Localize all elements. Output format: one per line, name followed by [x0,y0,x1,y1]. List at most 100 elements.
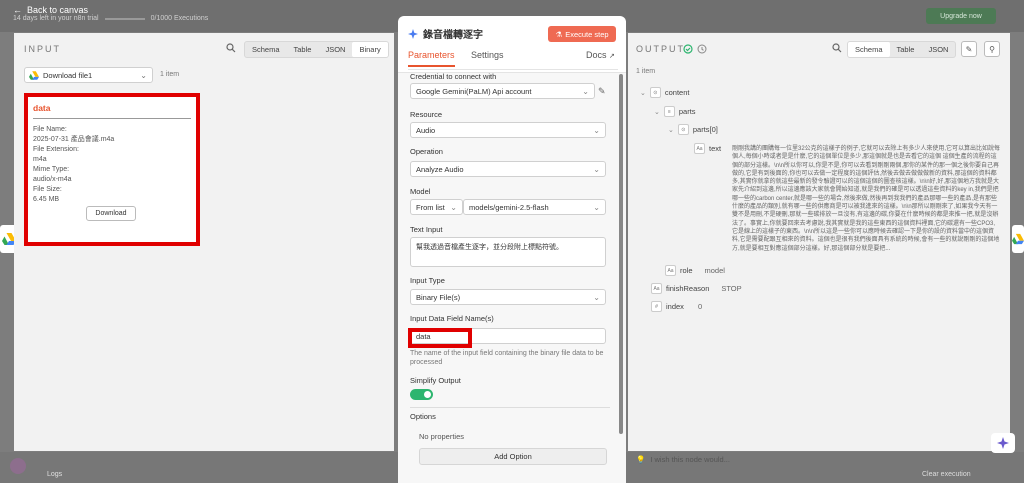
credential-label: Credential to connect with [410,72,497,81]
tree-row-finish-reason[interactable]: Aa finishReason STOP [651,283,742,294]
chevron-down-icon: ⌄ [582,86,589,96]
text-value: 剛剛我講的團購每一位里32公克的這樣子的例子,它就可以去除上有多少人來使用,它可… [732,146,1001,252]
input-item-count: 1 item [160,71,180,78]
file-extension-value: m4a [33,156,47,163]
node-tabs: Parameters Settings Docs ↗ [408,50,618,70]
gemini-icon [408,28,418,39]
arrow-left-icon: ← [13,5,22,15]
flask-icon: ⚗ [555,29,563,39]
tab-schema[interactable]: Schema [848,42,890,57]
chevron-down-icon: ⌄ [640,89,646,97]
chevron-down-icon: ⌄ [593,125,600,135]
input-type-label: Input Type [410,276,445,285]
tab-binary[interactable]: Binary [352,42,388,57]
simplify-toggle[interactable] [410,389,433,400]
string-icon: Aa [665,265,676,276]
role-value: model [704,266,725,275]
resource-select[interactable]: Audio ⌄ [410,122,606,138]
model-select[interactable]: models/gemini-2.5-flash ⌄ [463,199,606,215]
tree-row-role[interactable]: Aa role model [665,265,725,276]
clear-execution-button[interactable]: Clear execution [922,471,971,478]
chevron-down-icon: ⌄ [593,164,600,174]
search-icon[interactable] [832,43,842,53]
upgrade-button[interactable]: Upgrade now [926,8,996,24]
file-size-value: 6.45 MB [33,196,60,203]
download-button[interactable]: Download [86,206,136,221]
resource-label: Resource [410,110,443,119]
tree-row-index[interactable]: # index 0 [651,301,702,312]
tab-schema[interactable]: Schema [245,42,287,57]
file-name-label: File Name: [33,126,67,133]
chevron-down-icon: ⌄ [140,70,147,80]
chevron-down-icon: ⌄ [668,126,674,134]
finish-reason-value: STOP [721,284,742,293]
mime-type-label: Mime Type: [33,166,70,173]
tab-table[interactable]: Table [287,42,319,57]
pencil-icon[interactable]: ✎ [598,86,606,97]
input-node-select[interactable]: Download file1 ⌄ [24,67,153,83]
external-link-icon: ↗ [609,53,615,60]
index-value: 0 [697,302,703,311]
tab-table[interactable]: Table [890,42,922,57]
tree-row-parts[interactable]: ⌄ ≡ parts [654,106,696,117]
lightbulb-icon: 💡 [636,455,646,464]
tab-settings[interactable]: Settings [471,50,504,60]
logs-label[interactable]: Logs [47,471,62,478]
array-icon: ≡ [663,106,675,117]
operation-label: Operation [410,147,443,156]
scrollbar[interactable] [619,74,623,434]
text-input-field[interactable]: 幫我透過音檔產生逐字，並分段附上標點符號。 [410,237,606,267]
input-view-tabs: Schema Table JSON Binary [244,41,389,58]
binary-field-label: Input Data Field Name(s) [410,314,494,323]
credential-select[interactable]: Google Gemini(PaLM) Api account ⌄ [410,83,595,99]
operation-select[interactable]: Analyze Audio ⌄ [410,161,606,177]
tab-docs[interactable]: Docs ↗ [586,50,615,60]
binary-data-card: data File Name: 2025-07-31 產品會議.m4a File… [24,93,200,246]
string-icon: Aa [694,143,705,154]
input-panel: INPUT Schema Table JSON Binary Download … [14,33,394,451]
binary-field-name: data [33,103,51,113]
google-drive-icon[interactable] [1012,225,1024,253]
number-icon: # [651,301,662,312]
tab-json[interactable]: JSON [921,42,955,57]
file-extension-label: File Extension: [33,146,79,153]
tree-row-parts-0[interactable]: ⌄ ⊙ parts[0] [668,124,718,135]
avatar[interactable] [10,458,26,474]
ai-assistant-button[interactable] [991,433,1015,453]
google-drive-icon [29,70,39,80]
object-icon: ⊙ [649,87,661,98]
model-mode-select[interactable]: From list ⌄ [410,199,463,215]
chevron-down-icon: ⌄ [450,202,457,212]
string-icon: Aa [651,283,662,294]
trial-info: 14 days left in your n8n trial 0/1000 Ex… [13,15,209,22]
input-type-select[interactable]: Binary File(s) ⌄ [410,289,606,305]
simplify-label: Simplify Output [410,376,461,385]
divider [410,407,610,408]
chevron-down-icon: ⌄ [593,202,600,212]
clock-icon [697,44,707,54]
tree-row-content[interactable]: ⌄ ⊙ content [640,87,689,98]
add-option-button[interactable]: Add Option [419,448,607,465]
executions-progress-bar [104,17,145,20]
search-icon[interactable] [226,43,236,53]
execute-step-button[interactable]: ⚗ Execute step [548,26,616,42]
file-name-value: 2025-07-31 產品會議.m4a [33,136,115,143]
tree-row-text[interactable]: Aa text [694,143,721,154]
back-to-canvas-link[interactable]: ← Back to canvas [13,5,88,15]
node-title[interactable]: 錄音檔轉逐字 [408,26,483,41]
feedback-prompt[interactable]: 💡 I wish this node would... [636,455,730,464]
output-title: OUTPUT [636,44,685,54]
tab-parameters[interactable]: Parameters [408,50,455,67]
chevron-down-icon: ⌄ [593,292,600,302]
input-title: INPUT [24,44,61,54]
options-label: Options [410,412,436,421]
mime-type-value: audio/x-m4a [33,176,72,183]
node-settings-modal: 錄音檔轉逐字 ⚗ Execute step Parameters Setting… [398,16,626,483]
pin-icon[interactable]: ⚲ [984,41,1000,57]
check-circle-icon [683,44,693,54]
tab-json[interactable]: JSON [318,42,352,57]
object-icon: ⊙ [677,124,689,135]
binary-field-hint: The name of the input field containing t… [410,350,604,366]
output-view-tabs: Schema Table JSON [847,41,957,58]
pencil-icon[interactable]: ✎ [961,41,977,57]
